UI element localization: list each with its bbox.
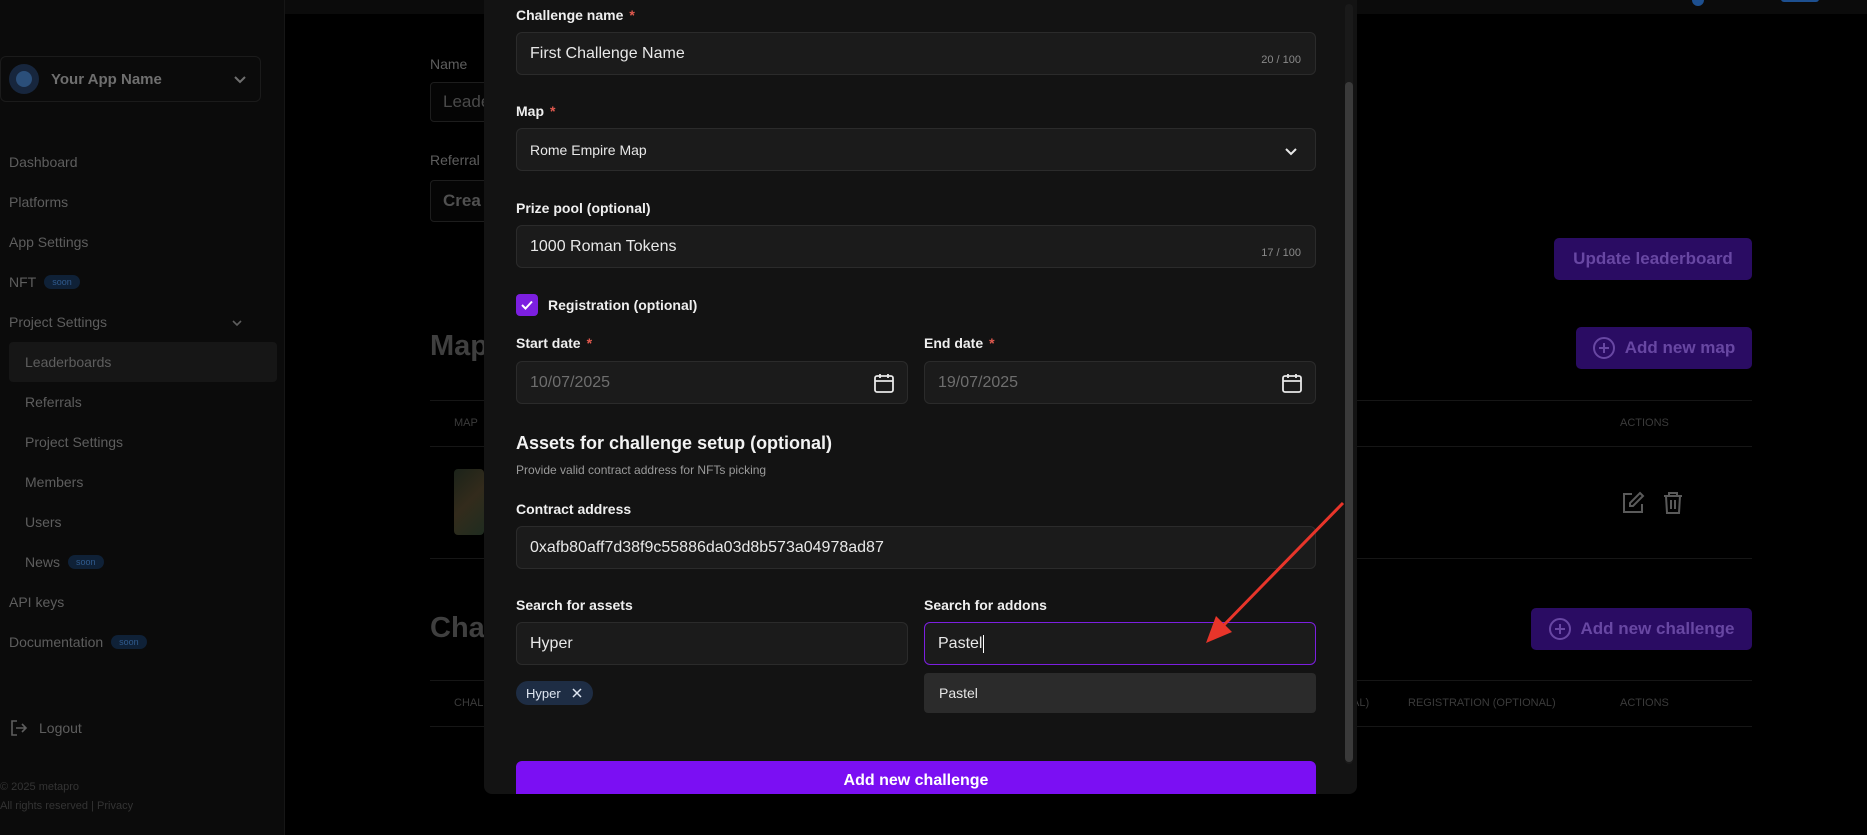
add-new-challenge-bg-button[interactable]: Add new challenge	[1531, 608, 1752, 650]
addon-suggestion-option[interactable]: Pastel	[924, 673, 1316, 713]
calendar-icon[interactable]	[873, 372, 895, 394]
footer-links[interactable]: All rights reserved | Privacy	[0, 800, 133, 812]
challenge-name-input[interactable]: First Challenge Name 20 / 100	[516, 32, 1316, 75]
sidebar-item-members[interactable]: Members	[25, 474, 83, 490]
actions-column-header: ACTIONS	[1620, 417, 1669, 429]
name-label: Name	[430, 56, 468, 72]
notification-icon[interactable]	[1692, 0, 1704, 6]
sidebar-item-referrals[interactable]: Referrals	[25, 394, 82, 410]
app-logo-icon	[9, 64, 39, 94]
assets-section-title: Assets for challenge setup (optional)	[516, 433, 833, 453]
plus-circle-icon	[1548, 618, 1571, 640]
add-new-challenge-button[interactable]: Add new challenge	[516, 761, 1316, 794]
char-counter: 20 / 100	[1261, 54, 1301, 66]
sidebar-item-app-settings[interactable]: App Settings	[9, 234, 88, 250]
close-icon[interactable]	[571, 687, 583, 699]
selected-asset-chip: Hyper	[516, 681, 593, 705]
map-select[interactable]: Rome Empire Map	[516, 128, 1316, 171]
maps-heading: Map	[430, 330, 488, 362]
registration-label: Registration (optional)	[548, 297, 698, 313]
add-new-map-button[interactable]: Add new map	[1576, 327, 1752, 369]
soon-badge: soon	[68, 555, 104, 569]
footer-copyright: © 2025 metapro	[0, 781, 80, 793]
challenge-name-label: Challenge name *	[516, 7, 635, 23]
prize-pool-label: Prize pool (optional)	[516, 200, 651, 216]
chevron-down-icon[interactable]	[230, 316, 244, 330]
sidebar-item-dashboard[interactable]: Dashboard	[9, 154, 78, 170]
challenge-column-header: CHAL	[454, 697, 484, 709]
start-date-label: Start date *	[516, 335, 593, 351]
edit-icon[interactable]	[1620, 490, 1646, 516]
registration-checkbox-row[interactable]: Registration (optional)	[516, 294, 697, 316]
search-addons-input[interactable]: Pastel	[924, 622, 1316, 665]
end-date-label: End date *	[924, 335, 995, 351]
search-addons-label: Search for addons	[924, 597, 1047, 613]
app-name: Your App Name	[51, 70, 162, 88]
logout-button[interactable]: Logout	[9, 718, 82, 738]
sidebar-item-api-keys[interactable]: API keys	[9, 594, 64, 610]
calendar-icon[interactable]	[1281, 372, 1303, 394]
update-leaderboard-button[interactable]: Update leaderboard	[1554, 238, 1752, 280]
char-counter: 17 / 100	[1261, 247, 1301, 259]
end-date-input[interactable]: 19/07/2025	[924, 361, 1316, 404]
start-date-input[interactable]: 10/07/2025	[516, 361, 908, 404]
map-label: Map *	[516, 103, 556, 119]
trash-icon[interactable]	[1660, 490, 1686, 516]
plus-circle-icon	[1592, 337, 1615, 359]
sidebar-item-leaderboards[interactable]: Leaderboards	[25, 354, 111, 370]
assets-section-subtitle: Provide valid contract address for NFTs …	[516, 463, 767, 477]
sidebar-item-news[interactable]: News soon	[25, 554, 104, 570]
sidebar-item-documentation[interactable]: Documentation soon	[9, 634, 147, 650]
soon-badge: soon	[44, 275, 80, 289]
contract-address-label: Contract address	[516, 501, 632, 517]
sidebar-item-platforms[interactable]: Platforms	[9, 194, 68, 210]
chevron-down-icon	[1285, 148, 1297, 156]
sidebar-item-project-settings-group[interactable]: Project Settings	[9, 314, 107, 330]
search-assets-label: Search for assets	[516, 597, 633, 613]
map-column-header: MAP	[454, 417, 478, 429]
check-icon	[521, 300, 533, 310]
sidebar-item-project-settings[interactable]: Project Settings	[25, 434, 123, 450]
sidebar-item-nft[interactable]: NFT soon	[9, 274, 80, 290]
account-button[interactable]	[1781, 0, 1819, 2]
text-caret	[983, 634, 985, 653]
soon-badge: soon	[111, 635, 147, 649]
sidebar: Your App Name Dashboard Platforms App Se…	[0, 0, 285, 835]
app-switcher[interactable]: Your App Name	[0, 56, 261, 102]
chevron-down-icon	[234, 76, 246, 84]
actions-column-header: ACTIONS	[1620, 697, 1669, 709]
add-challenge-modal: Challenge name * First Challenge Name 20 …	[484, 0, 1357, 794]
modal-scrollbar-thumb[interactable]	[1345, 82, 1353, 762]
map-thumbnail	[454, 469, 484, 535]
registration-checkbox[interactable]	[516, 294, 538, 316]
logout-icon	[11, 720, 28, 736]
referral-label: Referral	[430, 152, 480, 168]
sidebar-item-users[interactable]: Users	[25, 514, 62, 530]
search-assets-input[interactable]: Hyper	[516, 622, 908, 665]
contract-address-input[interactable]: 0xafb80aff7d38f9c55886da03d8b573a04978ad…	[516, 526, 1316, 569]
challenges-heading: Cha	[430, 612, 485, 644]
prize-pool-input[interactable]: 1000 Roman Tokens 17 / 100	[516, 225, 1316, 268]
registration-column-header: REGISTRATION (OPTIONAL)	[1408, 697, 1556, 709]
